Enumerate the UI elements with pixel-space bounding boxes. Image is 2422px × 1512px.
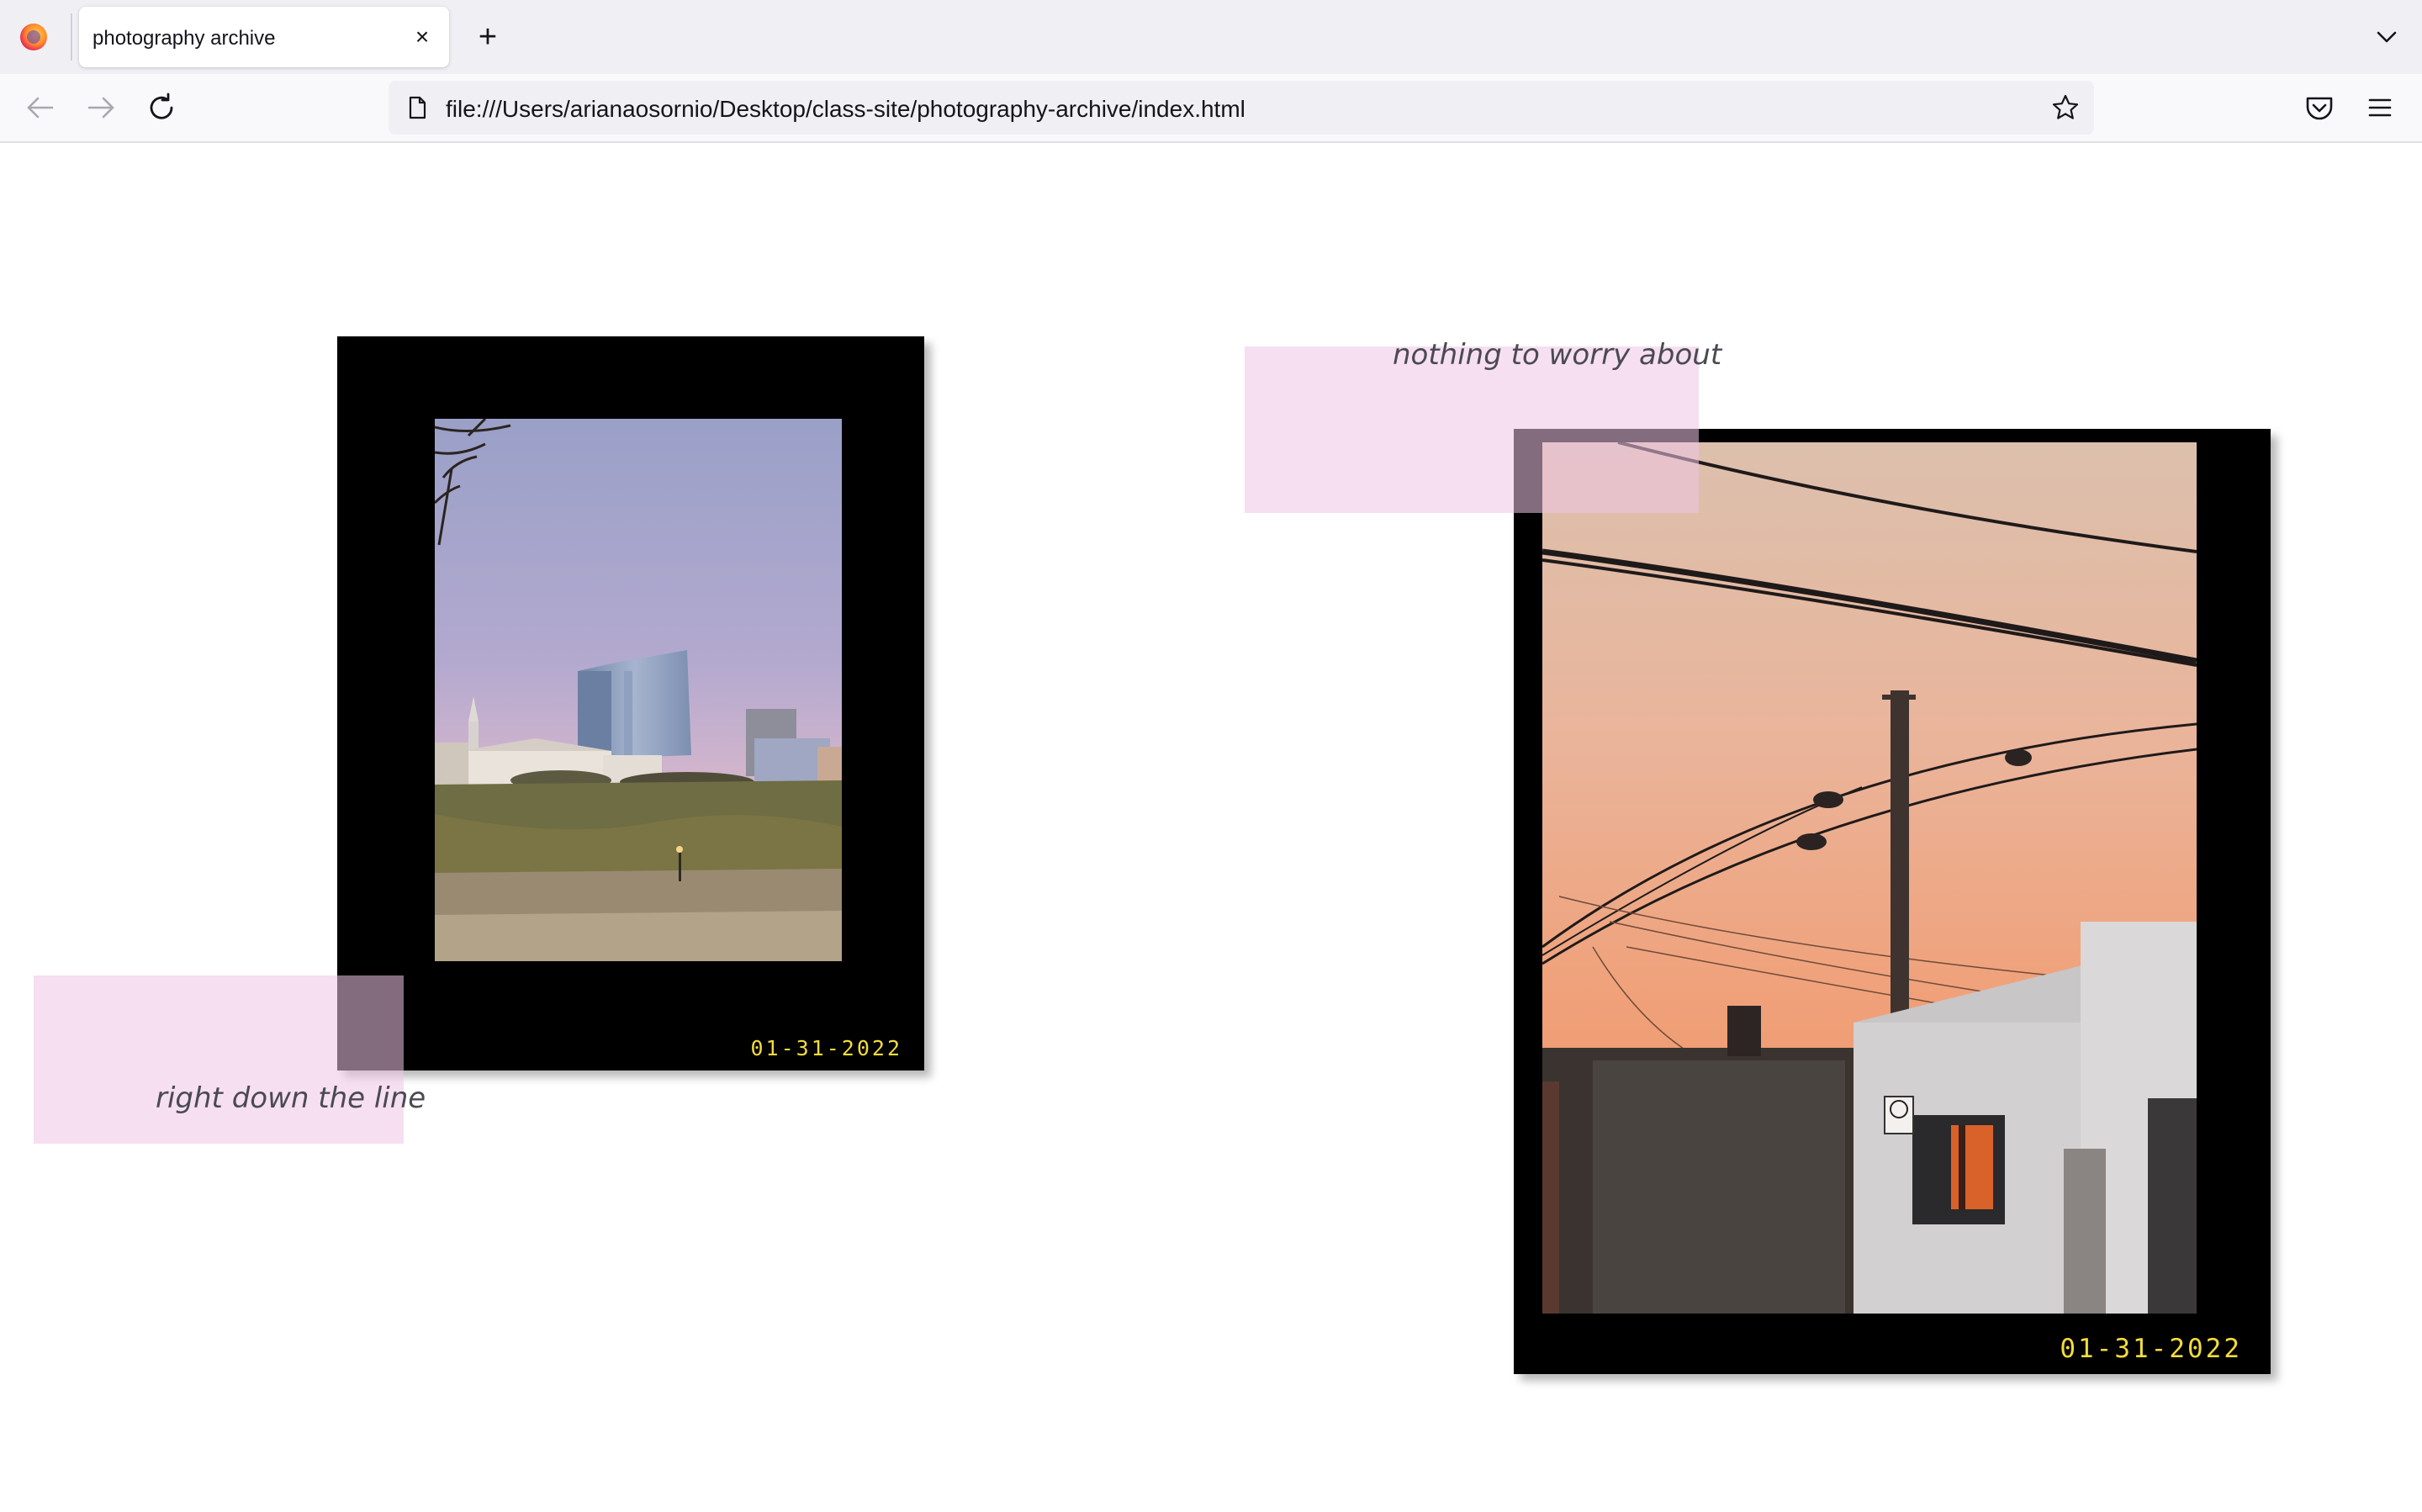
- caption-left: right down the line: [156, 1081, 426, 1115]
- tab-list-chevron-icon[interactable]: [2372, 22, 2402, 52]
- photo-skyline: [435, 419, 842, 961]
- nav-bar: file:///Users/arianaosornio/Desktop/clas…: [0, 74, 2422, 143]
- caption-right: nothing to worry about: [1393, 338, 1722, 372]
- photo-date-left: 01-31-2022: [750, 1036, 902, 1060]
- caption-note-left: [34, 975, 404, 1144]
- powerlines-image: [1542, 442, 2197, 1314]
- firefox-logo-icon[interactable]: [20, 24, 47, 50]
- menu-icon[interactable]: [2360, 87, 2400, 128]
- page-icon: [409, 96, 426, 119]
- url-text[interactable]: file:///Users/arianaosornio/Desktop/clas…: [446, 96, 1245, 123]
- photo-powerlines: [1542, 442, 2197, 1314]
- pocket-icon[interactable]: [2299, 87, 2340, 128]
- forward-arrow-icon[interactable]: [81, 87, 121, 128]
- tab-title: photography archive: [93, 27, 276, 50]
- active-tab[interactable]: photography archive ×: [79, 7, 449, 67]
- tab-bar: photography archive × +: [0, 0, 2422, 74]
- photo-frame-left: 01-31-2022: [337, 336, 924, 1071]
- tab-close-icon[interactable]: ×: [407, 22, 437, 52]
- photo-frame-right: 01-31-2022: [1514, 429, 2271, 1374]
- page-content: 01-31-2022 right down the line 01-31-202…: [0, 143, 2422, 1512]
- photo-date-right: 01-31-2022: [2060, 1334, 2242, 1364]
- back-arrow-icon[interactable]: [20, 87, 61, 128]
- reload-icon[interactable]: [141, 87, 182, 128]
- star-icon[interactable]: [2050, 93, 2081, 123]
- skyline-image: [435, 419, 842, 961]
- new-tab-button[interactable]: +: [469, 19, 506, 56]
- url-bar[interactable]: file:///Users/arianaosornio/Desktop/clas…: [389, 81, 2094, 135]
- tab-separator: [71, 13, 72, 61]
